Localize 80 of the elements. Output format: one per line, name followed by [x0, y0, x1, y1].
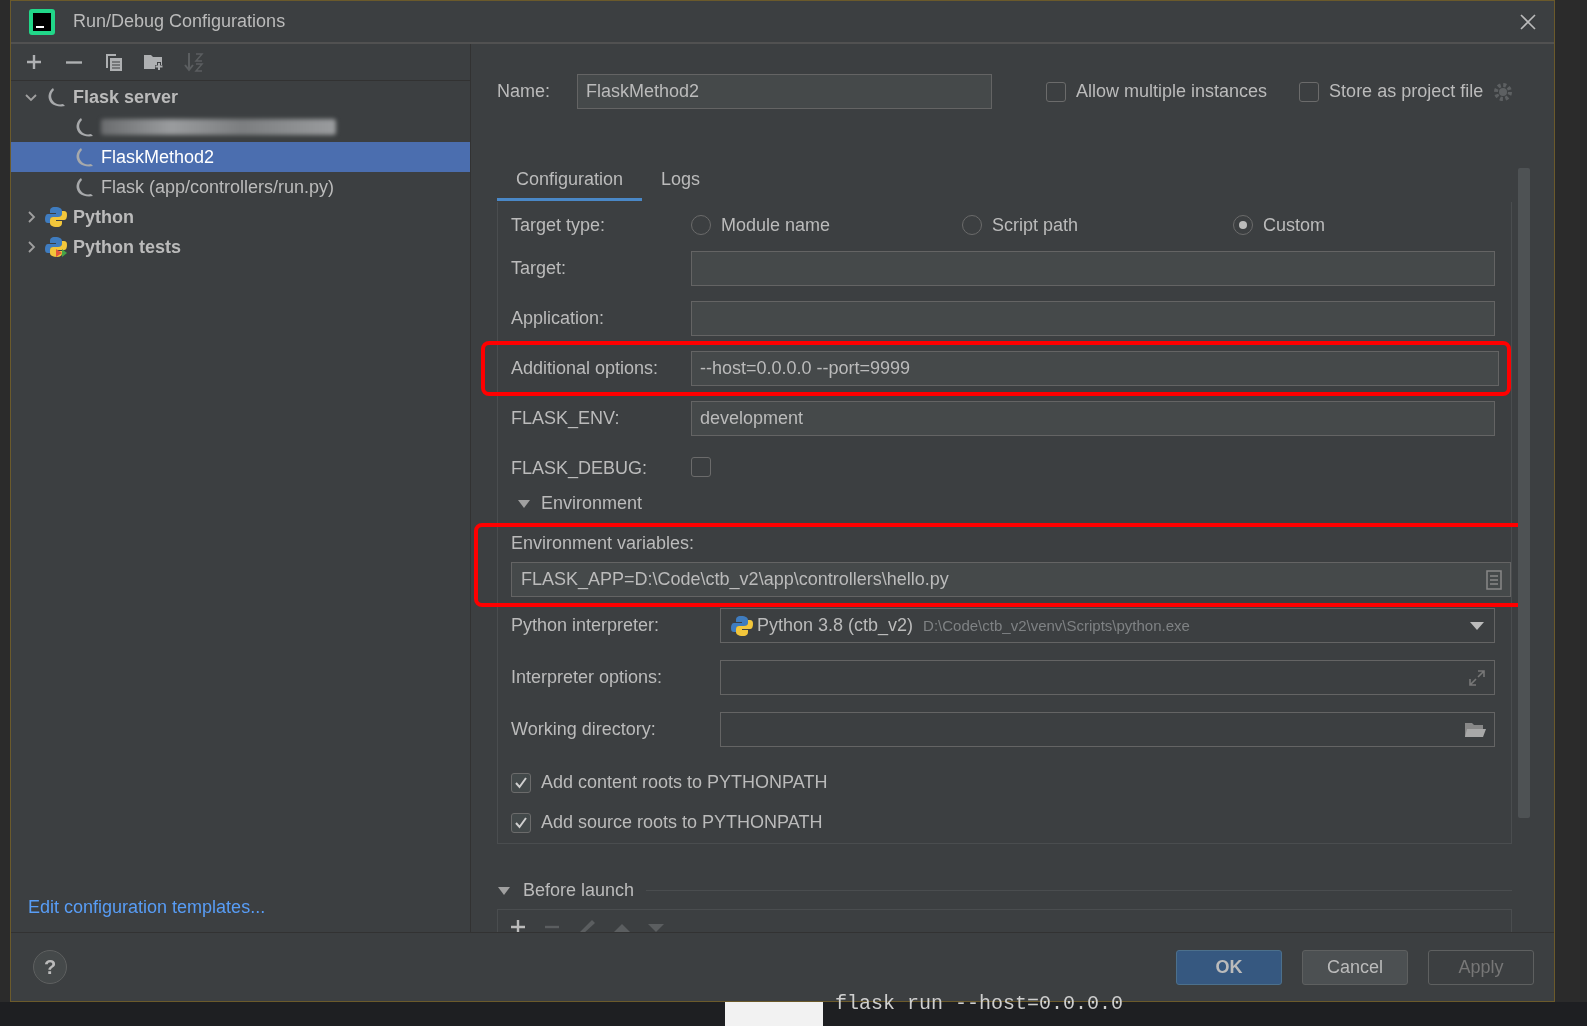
radio-button[interactable] — [962, 215, 982, 235]
checkbox[interactable] — [511, 812, 531, 833]
field-label: Application: — [511, 308, 606, 329]
help-button[interactable]: ? — [33, 950, 67, 984]
tree-item[interactable]: Flask server — [11, 82, 470, 112]
name-input[interactable]: FlaskMethod2 — [577, 74, 992, 109]
radio-button[interactable] — [691, 215, 711, 235]
document-icon[interactable] — [1486, 569, 1502, 590]
folder-add-icon — [143, 52, 165, 72]
text-field[interactable] — [720, 660, 1495, 695]
interpreter-path: D:\Code\ctb_v2\venv\Scripts\python.exe — [923, 617, 1190, 634]
checkbox[interactable] — [1046, 81, 1066, 102]
checkbox-label: Add source roots to PYTHONPATH — [541, 812, 823, 833]
app-logo-icon — [29, 8, 55, 35]
tab[interactable]: Configuration — [497, 161, 643, 201]
radio-button[interactable] — [1233, 215, 1253, 235]
tree-item[interactable]: Python — [11, 202, 470, 232]
tree-label: Python — [73, 206, 134, 228]
pencil-icon[interactable] — [578, 918, 596, 932]
tree-label: Flask server — [73, 86, 179, 108]
sort-icon — [183, 51, 205, 73]
checkbox[interactable] — [511, 772, 531, 793]
field-label: FLASK_ENV: — [511, 408, 621, 429]
checkbox[interactable] — [1299, 81, 1320, 102]
text-field[interactable] — [720, 712, 1495, 747]
tree-label: Python tests — [73, 236, 182, 258]
remove-icon — [66, 60, 82, 64]
close-icon[interactable] — [1520, 13, 1536, 30]
field-label: Target type: — [511, 214, 607, 236]
radio-label: Module name — [721, 214, 831, 236]
collapse-icon[interactable] — [497, 885, 511, 896]
add-icon — [25, 53, 43, 71]
move-up-icon[interactable] — [614, 924, 630, 932]
tree-label: Flask (app/controllers/run.py) — [101, 176, 335, 198]
folder-icon[interactable] — [1464, 720, 1486, 739]
name-label: Name: — [497, 81, 550, 102]
python-test-icon — [45, 236, 67, 258]
field-label: Working directory: — [511, 719, 657, 740]
text-field[interactable] — [691, 251, 1495, 286]
window-title: Run/Debug Configurations — [73, 11, 287, 32]
tab[interactable]: Logs — [642, 161, 720, 201]
field-label: Environment variables: — [511, 533, 696, 554]
option-label: Store as project file — [1329, 81, 1484, 102]
section-label: Environment — [541, 493, 643, 514]
python-icon — [731, 614, 753, 637]
option-label: Allow multiple instances — [1076, 81, 1268, 102]
dialog-button[interactable]: Cancel — [1302, 949, 1408, 985]
add-icon[interactable] — [510, 920, 526, 932]
expand-icon[interactable] — [1468, 668, 1486, 687]
tree-item[interactable]: Python tests — [11, 232, 470, 262]
tree-item[interactable]: FlaskMethod2 — [11, 142, 470, 172]
python-icon — [45, 206, 67, 228]
text-field[interactable]: --host=0.0.0.0 --port=9999 — [691, 351, 1499, 386]
tree-item[interactable]: Flask (app/controllers/run.py) — [11, 172, 470, 202]
checkbox-label: Add content roots to PYTHONPATH — [541, 772, 828, 793]
settings-icon[interactable] — [1493, 81, 1514, 102]
field-label: Python interpreter: — [511, 615, 661, 636]
move-down-icon[interactable] — [648, 924, 664, 932]
text-field[interactable]: development — [691, 401, 1495, 436]
interpreter-name: Python 3.8 (ctb_v2) — [757, 615, 914, 636]
dropdown-arrow-icon — [1470, 621, 1484, 630]
radio-label: Script path — [992, 214, 1079, 236]
field-label: Additional options: — [511, 358, 660, 379]
text-field[interactable]: FLASK_APP=D:\Code\ctb_v2\app\controllers\hello.py — [511, 562, 1511, 597]
section-label: Before launch — [523, 880, 635, 901]
tree-label: FlaskMethod2 — [101, 146, 215, 168]
text-field[interactable] — [691, 301, 1495, 336]
field-label: Target: — [511, 258, 568, 279]
dialog-button[interactable]: OK — [1176, 949, 1282, 985]
field-value: FLASK_APP=D:\Code\ctb_v2\app\controllers\hello.py — [521, 569, 949, 590]
radio-label: Custom — [1263, 214, 1325, 236]
collapse-icon[interactable] — [517, 498, 531, 509]
terminal-line: flask run --host=0.0.0.0 — [835, 994, 1124, 1017]
field-label: Interpreter options: — [511, 667, 664, 688]
checkbox[interactable] — [691, 456, 711, 477]
templates-link[interactable]: Edit configuration templates... — [28, 897, 266, 917]
scrollbar[interactable] — [1518, 168, 1530, 818]
field-label: FLASK_DEBUG: — [511, 458, 649, 479]
interpreter-dropdown[interactable]: Python 3.8 (ctb_v2) D:\Code\ctb_v2\venv\Scripts\python.exe — [720, 608, 1495, 643]
copy-icon — [104, 52, 124, 72]
